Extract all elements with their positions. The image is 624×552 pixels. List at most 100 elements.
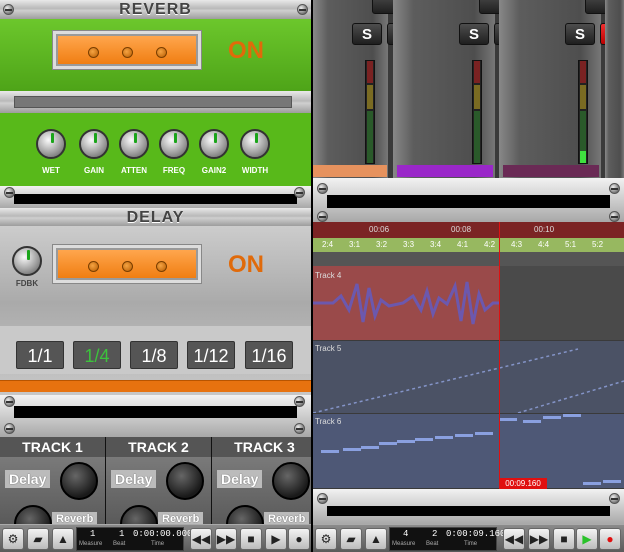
midi-note[interactable]: [603, 480, 621, 483]
reverb-atten-knob[interactable]: [119, 129, 149, 159]
midi-note[interactable]: [321, 450, 339, 453]
folder-icon[interactable]: ▰: [340, 528, 362, 550]
bar-mark: 4:4: [538, 240, 550, 249]
track-lane-6[interactable]: Track 6: [313, 414, 624, 488]
screw-icon: [4, 396, 15, 407]
screw-icon: [4, 187, 15, 198]
midi-note[interactable]: [397, 440, 415, 443]
delay-send-label: Delay: [5, 470, 51, 488]
record-icon[interactable]: ●: [599, 528, 621, 550]
division-button[interactable]: 1/16: [245, 341, 293, 369]
rewind-icon[interactable]: ◀◀: [503, 528, 525, 550]
fdbk-label: FDBK: [15, 279, 39, 288]
bar-mark: 4:2: [484, 240, 496, 249]
screw-icon: [4, 423, 15, 434]
reverb-freq-knob[interactable]: [159, 129, 189, 159]
delay-send-knob[interactable]: [272, 462, 310, 500]
fast-forward-icon[interactable]: ▶▶: [215, 528, 237, 550]
left-panel: REVERB ON WET GAIN ATTEN FREQ GAIN2 WIDTH DEL…: [0, 0, 317, 552]
screw-icon: [609, 493, 620, 504]
delay-unit: DELAY FDBK ON 1/1 1/4 1/8 1/12 1/16: [0, 208, 311, 398]
delay-send-knob[interactable]: [60, 462, 98, 500]
level-meter: [472, 60, 482, 164]
midi-note[interactable]: [361, 446, 379, 449]
solo-button[interactable]: S: [565, 23, 595, 45]
fdbk-knob[interactable]: [12, 246, 42, 276]
delay-send-knob[interactable]: [166, 462, 204, 500]
division-button[interactable]: 1/4: [73, 341, 121, 369]
solo-button[interactable]: S: [459, 23, 489, 45]
screw-icon: [609, 211, 620, 222]
track-6-label: Track 6: [315, 417, 342, 426]
division-button[interactable]: 1/12: [187, 341, 235, 369]
midi-note[interactable]: [563, 414, 581, 417]
fast-forward-icon[interactable]: ▶▶: [528, 528, 550, 550]
division-button[interactable]: 1/1: [16, 341, 64, 369]
time-value: 0:00:00.000: [133, 529, 193, 539]
track-lane-4[interactable]: Track 4: [313, 266, 624, 340]
midi-note[interactable]: [455, 434, 473, 437]
track-4-label: Track 4: [315, 271, 342, 280]
reverb-title: REVERB: [119, 1, 192, 18]
mixer-channel-strip: [605, 0, 624, 178]
channel-color-bar: [397, 165, 493, 177]
measure-label: Measure: [79, 541, 103, 547]
playhead-time: 00:09.160: [499, 478, 547, 489]
division-button[interactable]: 1/8: [130, 341, 178, 369]
screw-icon: [294, 423, 305, 434]
bar-mark: 3:3: [403, 240, 415, 249]
time-value: 0:00:09.160: [446, 529, 506, 539]
reverb-gain2-knob[interactable]: [199, 129, 229, 159]
record-icon[interactable]: ●: [288, 528, 310, 550]
bar-mark: 5:2: [592, 240, 604, 249]
screw-icon: [294, 396, 305, 407]
metronome-icon[interactable]: ▲: [365, 528, 387, 550]
midi-note[interactable]: [379, 442, 397, 445]
level-meter: [365, 60, 375, 164]
track-3-header: TRACK 3: [212, 437, 317, 457]
gear-icon[interactable]: ⚙: [2, 528, 24, 550]
midi-note[interactable]: [583, 482, 601, 485]
midi-note[interactable]: [415, 438, 433, 441]
right-panel: SMSMSM 00:0600:0800:102:43:13:23:33:44:1…: [313, 0, 624, 552]
beat-label: Beat: [113, 541, 126, 547]
transport-counter: 1 1 0:00:00.000 Measure Beat Time: [76, 527, 192, 551]
midi-note[interactable]: [435, 436, 453, 439]
stop-icon[interactable]: ■: [240, 528, 262, 550]
channel-color-bar: [313, 165, 387, 177]
metronome-icon[interactable]: ▲: [52, 528, 74, 550]
time-mark: 00:06: [369, 225, 390, 234]
play-icon[interactable]: ▶: [576, 528, 598, 550]
reverb-gain-knob[interactable]: [79, 129, 109, 159]
screw-icon: [294, 187, 305, 198]
solo-button[interactable]: S: [352, 23, 382, 45]
delay-on-toggle[interactable]: ON: [228, 251, 264, 279]
gear-icon[interactable]: ⚙: [315, 528, 337, 550]
midi-note[interactable]: [543, 416, 561, 419]
reverb-knob-label: WIDTH: [241, 166, 269, 175]
track-lane-5[interactable]: Track 5: [313, 341, 624, 413]
channel-color-bar: [503, 165, 599, 177]
midi-note[interactable]: [499, 418, 517, 421]
measure-value: 1: [90, 529, 96, 539]
midi-note[interactable]: [475, 432, 493, 435]
beat-value: 2: [432, 529, 438, 539]
bar-mark: 3:2: [376, 240, 388, 249]
playhead[interactable]: [499, 222, 500, 490]
measure-value: 4: [403, 529, 409, 539]
bar-mark: 4:1: [457, 240, 469, 249]
reverb-width-knob[interactable]: [240, 129, 270, 159]
folder-icon[interactable]: ▰: [27, 528, 49, 550]
time-mark: 00:08: [451, 225, 472, 234]
rewind-icon[interactable]: ◀◀: [190, 528, 212, 550]
reverb-wet-knob[interactable]: [36, 129, 66, 159]
delay-send-label: Delay: [111, 470, 157, 488]
reverb-unit: REVERB ON WET GAIN ATTEN FREQ GAIN2 WIDTH: [0, 0, 311, 186]
stop-icon[interactable]: ■: [553, 528, 575, 550]
bar-mark: 5:1: [565, 240, 577, 249]
reverb-on-toggle[interactable]: ON: [228, 37, 264, 65]
midi-note[interactable]: [343, 448, 361, 451]
midi-note[interactable]: [523, 420, 541, 423]
left-toolbar: ⚙ ▰ ▲ 1 1 0:00:00.000 Measure Beat Time …: [0, 524, 311, 552]
play-icon[interactable]: ▶: [265, 528, 287, 550]
